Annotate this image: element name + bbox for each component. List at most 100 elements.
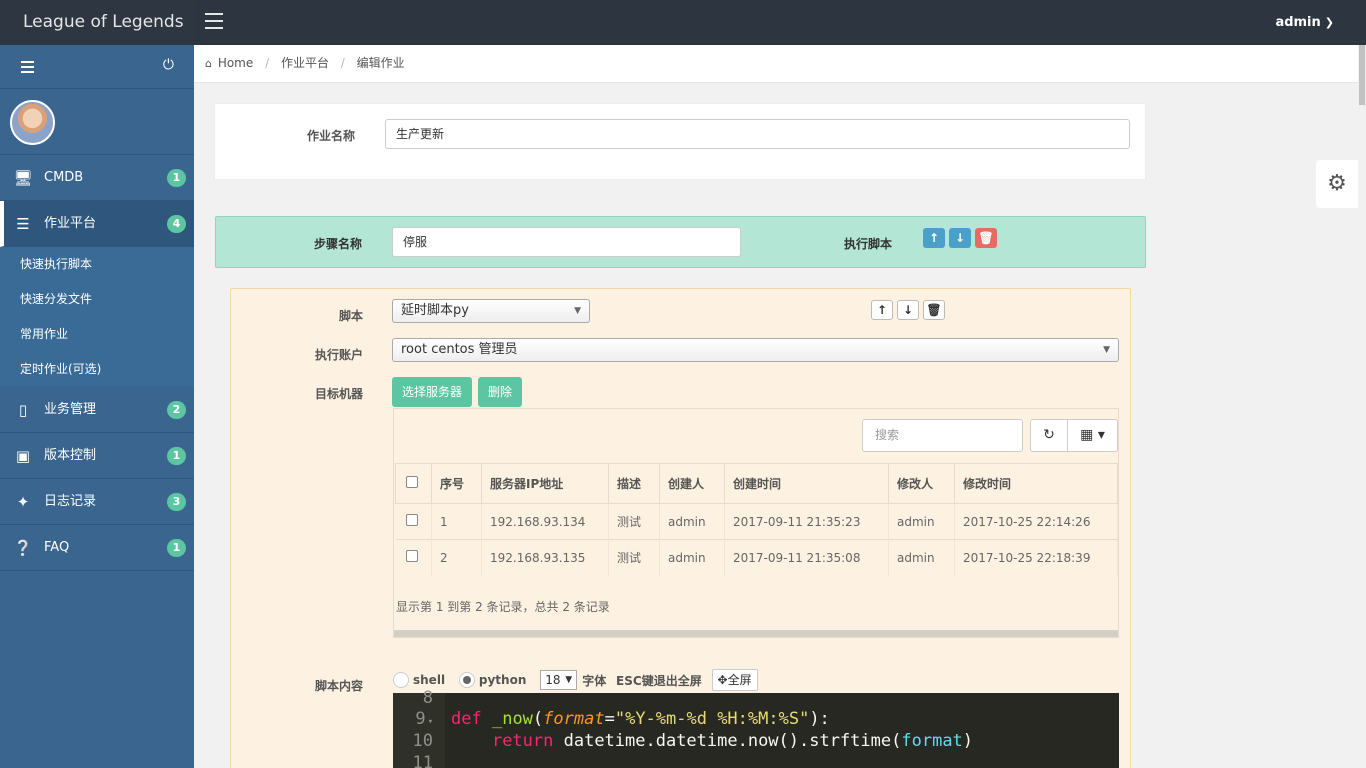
esc-hint: ESC键退出全屏 <box>616 673 702 688</box>
sidebar-subitem-common-job[interactable]: 常用作业 <box>0 317 194 352</box>
fold-arrow-icon[interactable]: ▾ <box>428 717 433 727</box>
step-move-down-button[interactable]: ↓ <box>949 228 971 248</box>
table-cell: 测试 <box>608 503 660 540</box>
row-checkbox-cell[interactable] <box>395 503 432 540</box>
count-badge: 1 <box>167 447 186 465</box>
script-label: 脚本 <box>338 309 363 323</box>
exec-account-value: root centos 管理员 <box>401 342 518 357</box>
column-header[interactable]: 序号 <box>431 463 482 504</box>
sidebar: ⏻ 🖥 CMDB 1 ☰ 作业平台 4 快速执行脚本 快速分发文件 常用作业 定… <box>0 45 194 768</box>
column-header[interactable]: 服务器IP地址 <box>481 463 609 504</box>
table-cell: admin <box>659 503 725 540</box>
script-move-up-button[interactable]: ↑ <box>871 300 893 320</box>
step-name-input[interactable]: 停服 <box>392 227 741 257</box>
sidebar-subitem-scheduled-job[interactable]: 定时作业(可选) <box>0 352 194 387</box>
breadcrumb-home[interactable]: Home <box>218 56 253 70</box>
scrollbar-thumb[interactable] <box>1359 45 1365 105</box>
font-size-select[interactable]: 18 ▼ <box>540 670 578 690</box>
shell-radio-label[interactable]: shell <box>413 673 445 687</box>
column-header[interactable]: 修改人 <box>888 463 955 504</box>
table-cell: 测试 <box>608 539 660 576</box>
chevron-down-icon: ❯ <box>1324 16 1334 29</box>
row-checkbox[interactable] <box>405 514 418 526</box>
select-all-checkbox-cell[interactable] <box>395 463 432 504</box>
user-name: admin <box>1275 15 1321 30</box>
python-radio[interactable] <box>458 672 475 688</box>
job-name-input[interactable]: 生产更新 <box>385 119 1130 149</box>
server-table: 序号 服务器IP地址 描述 创建人 创建时间 修改人 修改时间 1 192.16… <box>395 463 1118 576</box>
editor-gutter: 8 9 ▾ 10 11 <box>393 690 445 768</box>
python-radio-label[interactable]: python <box>479 673 526 687</box>
fullscreen-button[interactable]: ✥全屏 <box>711 669 758 691</box>
count-badge: 3 <box>167 493 186 511</box>
code-editor[interactable]: 8 9 ▾ 10 11 def _now(format="%Y-%m-%d %H:… <box>393 690 1119 768</box>
target-machine-label: 目标机器 <box>314 387 363 401</box>
table-cell: 1 <box>431 503 482 540</box>
script-select-value: 延时脚本py <box>401 303 469 318</box>
step-name-label: 步骤名称 <box>313 237 362 251</box>
monitor-icon: 🖥 <box>13 169 33 187</box>
power-icon[interactable]: ⏻ <box>163 57 174 73</box>
breadcrumb-job-platform[interactable]: 作业平台 <box>281 56 329 70</box>
row-checkbox-cell[interactable] <box>395 539 432 576</box>
sidebar-item-label: FAQ <box>44 540 70 555</box>
menu-toggle-icon[interactable] <box>205 13 223 29</box>
sidebar-collapse-icon[interactable] <box>21 61 34 76</box>
user-menu[interactable]: admin ❯ <box>1275 0 1334 45</box>
step-move-up-button[interactable]: ↑ <box>923 228 945 248</box>
home-icon: ⌂ <box>205 57 212 70</box>
sidebar-subitem-quick-script[interactable]: 快速执行脚本 <box>0 247 194 282</box>
table-cell: 2017-09-11 21:35:23 <box>724 503 889 540</box>
server-table-box: 搜索 ↻ ▦ ▾ 序号 服务器IP地址 描述 创建人 创建时间 修改人 修改时间 <box>393 408 1119 638</box>
sidebar-item-business[interactable]: ▯ 业务管理 2 <box>0 387 194 433</box>
page-scrollbar[interactable] <box>1358 45 1366 768</box>
fullscreen-label: 全屏 <box>727 673 752 687</box>
sidebar-item-faq[interactable]: ❔ FAQ 1 <box>0 525 194 571</box>
refresh-icon[interactable]: ↻ <box>1030 419 1068 452</box>
sidebar-item-job-platform[interactable]: ☰ 作业平台 4 <box>0 201 194 247</box>
top-navbar: League of Legends admin ❯ <box>0 0 1366 45</box>
column-header[interactable]: 创建时间 <box>724 463 889 504</box>
sidebar-item-label: CMDB <box>44 170 84 185</box>
sidebar-item-logs[interactable]: ✦ 日志记录 3 <box>0 479 194 525</box>
sidebar-item-label: 作业平台 <box>44 216 97 231</box>
code-line: return datetime.datetime.now().strftime(… <box>491 731 974 751</box>
table-cell: 192.168.93.135 <box>481 539 609 576</box>
column-header[interactable]: 描述 <box>608 463 660 504</box>
settings-gear-icon[interactable]: ⚙ <box>1316 160 1358 208</box>
columns-grid-icon[interactable]: ▦ ▾ <box>1067 419 1118 452</box>
step-header: 步骤名称 停服 执行脚本 ↑ ↓ 🗑 <box>215 216 1146 268</box>
table-row[interactable]: 2 192.168.93.135 测试 admin 2017-09-11 21:… <box>395 539 1118 576</box>
delete-server-button[interactable]: 删除 <box>478 377 523 407</box>
script-delete-button[interactable]: 🗑 <box>923 300 945 320</box>
table-cell: 192.168.93.134 <box>481 503 609 540</box>
table-horizontal-scrollbar[interactable] <box>394 630 1118 637</box>
sidebar-subitem-quick-file[interactable]: 快速分发文件 <box>0 282 194 317</box>
table-search-input[interactable]: 搜索 <box>862 419 1023 452</box>
table-cell: 2017-10-25 22:14:26 <box>954 503 1118 540</box>
column-header[interactable]: 创建人 <box>659 463 725 504</box>
sidebar-tools: ⏻ <box>0 45 194 89</box>
script-select[interactable]: 延时脚本py ▼ <box>392 299 590 323</box>
table-row[interactable]: 1 192.168.93.134 测试 admin 2017-09-11 21:… <box>395 503 1118 540</box>
sidebar-item-cmdb[interactable]: 🖥 CMDB 1 <box>0 155 194 201</box>
sidebar-item-version[interactable]: ▣ 版本控制 1 <box>0 433 194 479</box>
avatar[interactable] <box>10 100 55 145</box>
font-label: 字体 <box>582 673 607 688</box>
row-checkbox[interactable] <box>405 550 418 563</box>
sidebar-item-label: 日志记录 <box>44 494 97 509</box>
column-header[interactable]: 修改时间 <box>954 463 1118 504</box>
table-cell: admin <box>659 539 725 576</box>
code-line: def _now(format="%Y-%m-%d %H:%M:%S"): <box>451 709 830 729</box>
table-cell: admin <box>888 503 955 540</box>
shell-radio[interactable] <box>393 672 409 688</box>
select-all-checkbox[interactable] <box>406 476 418 488</box>
select-server-button[interactable]: 选择服务器 <box>392 377 473 407</box>
line-number-value: 9 <box>415 709 426 729</box>
step-delete-button[interactable]: 🗑 <box>975 228 997 248</box>
script-move-down-button[interactable]: ↓ <box>897 300 919 320</box>
brand-title[interactable]: League of Legends <box>0 0 194 45</box>
count-badge: 1 <box>167 169 186 187</box>
exec-account-select[interactable]: root centos 管理员 ▼ <box>392 338 1119 362</box>
